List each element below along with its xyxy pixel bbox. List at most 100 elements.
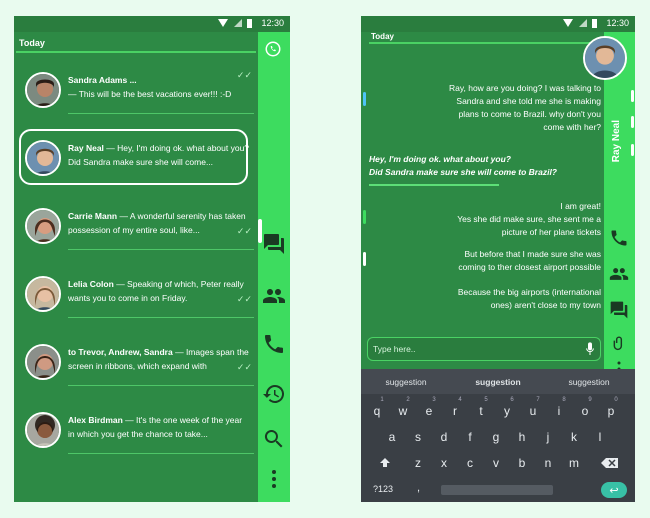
person-avatar-icon — [27, 142, 59, 174]
date-header: Today — [371, 32, 394, 41]
backspace-icon[interactable] — [601, 457, 619, 469]
contact-name: Ray Neal — [611, 120, 622, 163]
whatsapp-icon[interactable] — [262, 38, 284, 60]
divider — [16, 51, 256, 53]
incoming-message: I am great! Yes she did make sure, she s… — [457, 201, 601, 237]
group-icon[interactable] — [262, 284, 286, 308]
chat-list-screen: 12:30 Today Sandra Adams ... — This will… — [14, 16, 290, 502]
divider — [68, 317, 254, 318]
chat-name: Sandra Adams ... — [68, 75, 137, 85]
contact-avatar[interactable] — [583, 36, 627, 80]
read-receipt-icon: ✓✓ — [236, 362, 252, 372]
incoming-message: But before that I made sure she was comi… — [458, 249, 601, 272]
phone-icon[interactable] — [609, 228, 629, 248]
chat-list-item-selected[interactable]: Ray Neal — Hey, I'm doing ok. what about… — [22, 134, 254, 190]
chat-list-item[interactable]: Carrie Mann — A wonderful serenity has t… — [22, 202, 254, 258]
read-receipt-icon: ✓✓ — [236, 226, 252, 236]
chat-icon[interactable] — [262, 232, 286, 256]
suggestion-center[interactable]: suggestion — [458, 377, 538, 387]
status-time: 12:30 — [606, 18, 629, 28]
chat-list-item[interactable]: to Trevor, Andrew, Sandra — Images span … — [22, 338, 254, 394]
person-avatar-icon — [27, 278, 59, 310]
group-icon[interactable] — [609, 264, 629, 284]
key-row-2: a s d f g h j k l — [361, 427, 635, 449]
key-k[interactable]: k — [563, 430, 585, 444]
chat-name: Ray Neal — [68, 143, 104, 153]
person-avatar-icon — [27, 414, 59, 446]
read-receipt-icon: ✓✓ — [236, 70, 252, 80]
shift-icon[interactable] — [379, 457, 391, 469]
message-input-placeholder: Type here.. — [373, 344, 416, 354]
chat-name: Alex Birdman — [68, 415, 123, 425]
divider — [68, 113, 254, 114]
chat-name: Lelia Colon — [68, 279, 114, 289]
key-a[interactable]: a — [381, 430, 403, 444]
chat-icon[interactable] — [609, 300, 629, 320]
status-bar: 12:30 — [361, 16, 635, 32]
key-f[interactable]: f — [459, 430, 481, 444]
key-c[interactable]: c — [459, 456, 481, 470]
key-v[interactable]: v — [485, 456, 507, 470]
more-icon[interactable] — [262, 467, 286, 491]
avatar — [25, 412, 61, 448]
outgoing-message: Hey, I'm doing ok. what about you? Did S… — [369, 154, 558, 177]
key-g[interactable]: g — [485, 430, 507, 444]
key-j[interactable]: j — [537, 430, 559, 444]
key-s[interactable]: s — [407, 430, 429, 444]
history-icon[interactable] — [262, 382, 286, 406]
chat-list-item[interactable]: Sandra Adams ... — This will be the best… — [22, 66, 254, 122]
wifi-icon — [563, 19, 573, 27]
person-avatar-icon — [27, 74, 59, 106]
search-icon[interactable] — [262, 427, 286, 451]
date-header: Today — [19, 38, 45, 48]
message-marker — [363, 92, 366, 106]
divider — [369, 42, 601, 44]
message-marker — [363, 252, 366, 266]
enter-icon[interactable]: ↩ — [601, 482, 627, 498]
key-h[interactable]: h — [511, 430, 533, 444]
person-avatar-icon — [585, 38, 625, 78]
chat-list-item[interactable]: Alex Birdman — It's the one week of the … — [22, 406, 254, 462]
signal-icon — [579, 19, 587, 27]
person-avatar-icon — [27, 210, 59, 242]
numbers-key[interactable]: ?123 — [373, 484, 393, 494]
divider — [68, 453, 254, 454]
suggestion-left[interactable]: suggestion — [366, 377, 446, 387]
divider — [369, 184, 499, 186]
avatar — [25, 140, 61, 176]
avatar — [25, 344, 61, 380]
incoming-message: Because the big airports (international … — [457, 287, 601, 310]
space-bar[interactable] — [441, 485, 553, 495]
key-z[interactable]: z — [407, 456, 429, 470]
read-receipt-icon: ✓✓ — [236, 294, 252, 304]
key-b[interactable]: b — [511, 456, 533, 470]
battery-icon — [247, 19, 252, 28]
key-n[interactable]: n — [537, 456, 559, 470]
attach-icon[interactable] — [612, 334, 626, 352]
phone-icon[interactable] — [262, 332, 286, 356]
comma-key[interactable]: , — [417, 482, 420, 494]
key-d[interactable]: d — [433, 430, 455, 444]
key-m[interactable]: m — [563, 456, 585, 470]
scroll-mark — [631, 90, 634, 102]
status-bar: 12:30 — [14, 16, 290, 32]
chat-name: to Trevor, Andrew, Sandra — [68, 347, 173, 357]
chat-list-item[interactable]: Lelia Colon — Speaking of which, Peter r… — [22, 270, 254, 326]
wifi-icon — [218, 19, 228, 27]
battery-icon — [592, 19, 597, 28]
avatar — [25, 208, 61, 244]
key-row-1-digits: 1 2 3 4 5 6 7 8 9 0 — [380, 397, 618, 403]
conversation-screen: 12:30 Today Ray Neal Ray, how are you do… — [361, 16, 635, 502]
mic-icon[interactable] — [586, 342, 594, 356]
key-x[interactable]: x — [433, 456, 455, 470]
suggestion-bar: suggestion suggestion suggestion — [361, 369, 635, 394]
chat-preview: — This will be the best vacations ever!!… — [68, 89, 232, 99]
suggestion-right[interactable]: suggestion — [549, 377, 629, 387]
key-l[interactable]: l — [589, 430, 611, 444]
message-input[interactable]: Type here.. — [367, 337, 601, 361]
message-marker — [363, 210, 366, 224]
incoming-message: Ray, how are you doing? I was talking to… — [449, 83, 601, 132]
chat-name: Carrie Mann — [68, 211, 118, 221]
scroll-mark — [631, 144, 634, 156]
side-nav — [258, 32, 290, 502]
